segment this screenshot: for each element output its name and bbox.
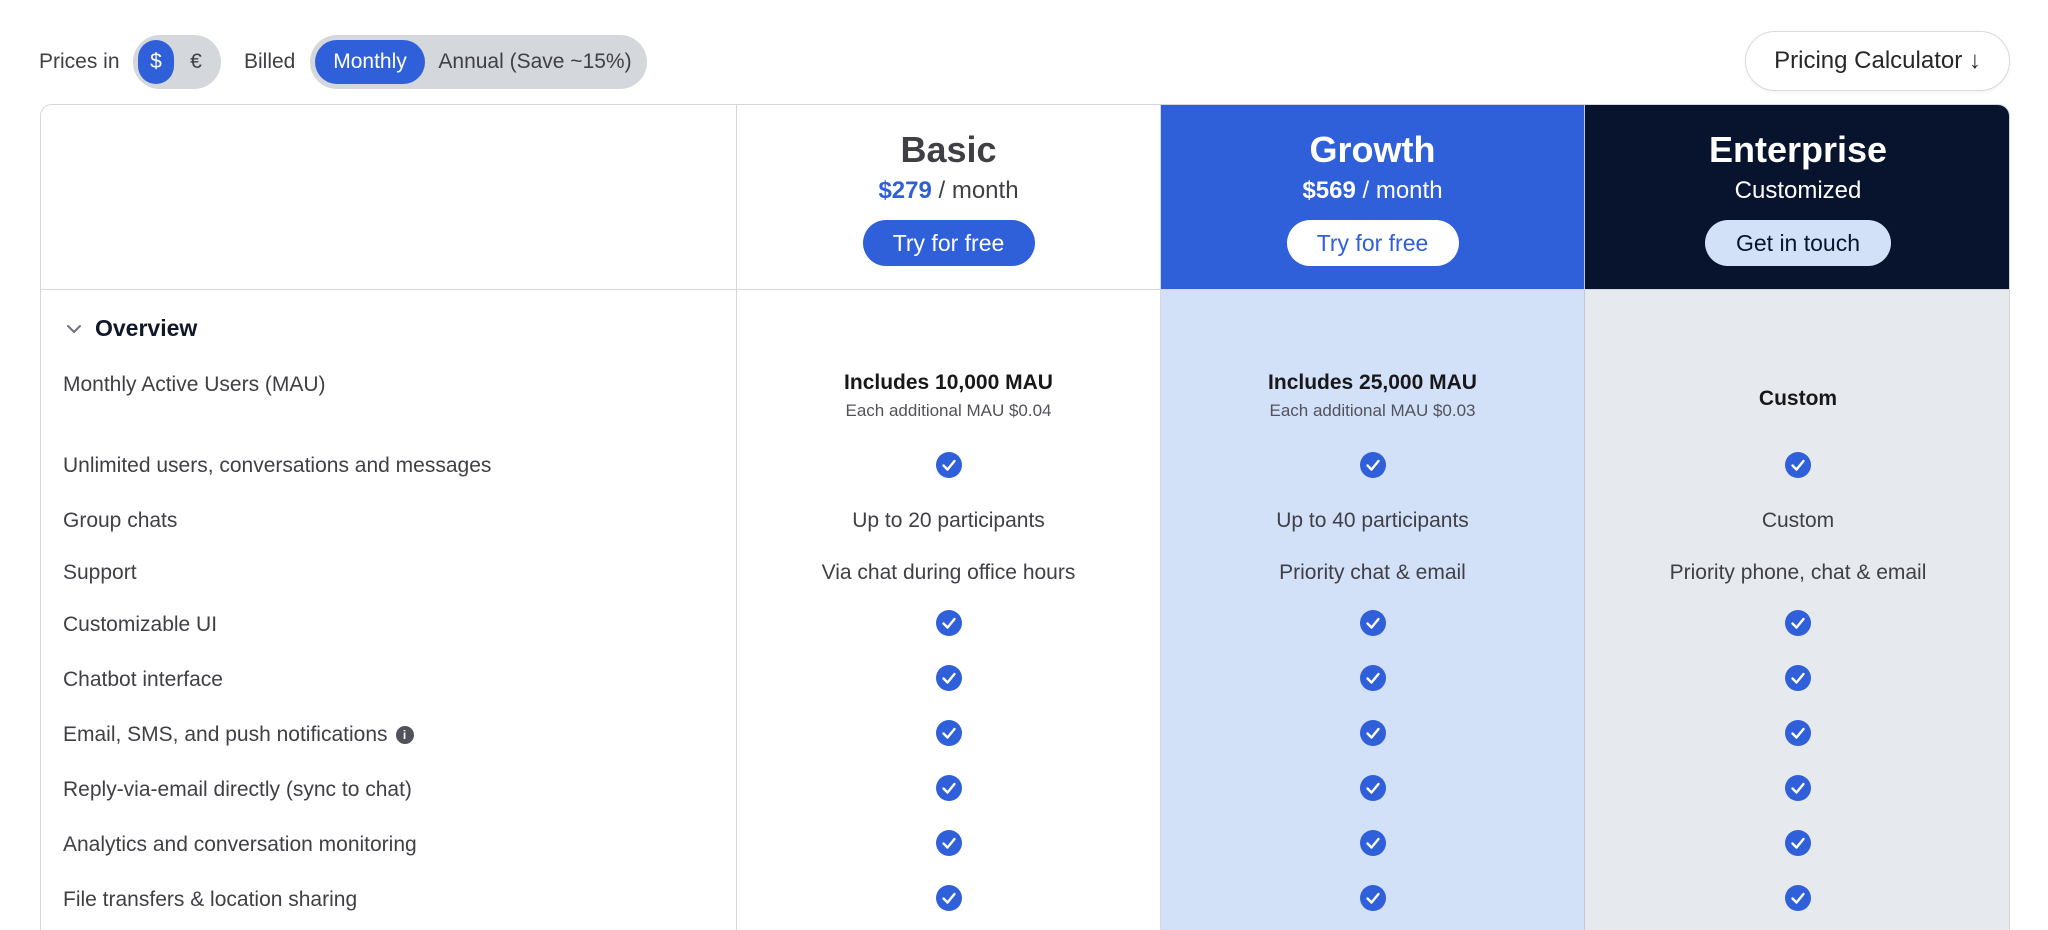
billing-option-monthly[interactable]: Monthly	[315, 40, 425, 84]
info-icon[interactable]: i	[395, 726, 414, 744]
check-icon	[1785, 720, 1811, 746]
mau-included: Includes 25,000 MAU	[1268, 371, 1477, 394]
mau-additional: Each additional MAU $0.04	[845, 401, 1052, 420]
header-divider	[41, 289, 2009, 290]
check-icon	[935, 830, 962, 856]
cell-group-enterprise: Custom	[1761, 509, 1835, 532]
check-icon	[1359, 775, 1386, 801]
section-title: Overview	[95, 315, 198, 341]
check-icon	[935, 452, 962, 478]
cell-support-growth: Priority chat & email	[1279, 561, 1466, 584]
billing-option-annual[interactable]: Annual (Save ~15%)	[428, 40, 642, 84]
check-icon	[1785, 452, 1811, 478]
plan-price: Customized	[1734, 177, 1862, 204]
price-amount: $569	[1302, 177, 1356, 204]
check-icon	[1359, 610, 1386, 636]
check-icon	[1785, 830, 1811, 856]
check-icon	[1785, 775, 1811, 801]
plan-column-growth: Growth $569 / month Try for free Include…	[1161, 105, 1585, 930]
feature-text: Analytics and conversation monitoring	[63, 833, 417, 856]
feature-text: Reply-via-email directly (sync to chat)	[63, 778, 412, 801]
check-icon	[1359, 885, 1386, 911]
currency-toggle: $ €	[133, 35, 221, 89]
check-icon	[935, 720, 962, 746]
check-icon	[1785, 885, 1811, 911]
feature-label-mau: Monthly Active Users (MAU)	[63, 373, 326, 397]
plan-name: Enterprise	[1708, 129, 1888, 170]
feature-label-file-transfers: File transfers & location sharing	[63, 888, 357, 912]
billing-toggle: Monthly Annual (Save ~15%)	[310, 35, 647, 89]
feature-text: Chatbot interface	[63, 668, 223, 691]
cell-mau-growth: Includes 25,000 MAU Each additional MAU …	[1161, 371, 1584, 421]
billed-label: Billed	[244, 50, 296, 73]
currency-option-euro[interactable]: €	[176, 40, 216, 84]
get-in-touch-button[interactable]: Get in touch	[1705, 220, 1891, 266]
feature-label-unlimited: Unlimited users, conversations and messa…	[63, 454, 491, 478]
plan-column-basic: Basic $279 / month Try for free Includes…	[737, 105, 1161, 930]
pricing-calculator-button[interactable]: Pricing Calculator ↓	[1745, 31, 2010, 91]
overview-section-toggle[interactable]: Overview	[65, 315, 197, 342]
chevron-down-icon	[67, 324, 81, 333]
check-icon	[935, 610, 962, 636]
feature-label-reply-via-email: Reply-via-email directly (sync to chat)	[63, 778, 412, 802]
plan-name: Basic	[900, 129, 997, 170]
check-icon	[935, 665, 962, 691]
feature-text: Support	[63, 561, 137, 584]
prices-in-label: Prices in	[39, 50, 120, 73]
feature-label-group-chats: Group chats	[63, 509, 177, 533]
feature-text: File transfers & location sharing	[63, 888, 358, 911]
check-icon	[935, 885, 962, 911]
check-icon	[1359, 720, 1386, 746]
check-icon	[1359, 830, 1386, 856]
price-period: / month	[1355, 177, 1443, 204]
cell-mau-basic: Includes 10,000 MAU Each additional MAU …	[737, 371, 1160, 421]
pricing-controls: Prices in $ € Billed Monthly Annual (Sav…	[0, 0, 2048, 104]
feature-text: Group chats	[63, 509, 178, 532]
mau-included: Custom	[1758, 387, 1838, 410]
mau-additional: Each additional MAU $0.03	[1269, 401, 1476, 420]
check-icon	[1785, 665, 1811, 691]
price-period: / month	[931, 177, 1019, 204]
cell-mau-enterprise: Custom	[1585, 387, 2009, 411]
pricing-table: Overview Monthly Active Users (MAU) Unli…	[40, 104, 2010, 930]
plan-header-growth: Growth $569 / month Try for free	[1161, 105, 1584, 289]
feature-label-customizable-ui: Customizable UI	[63, 613, 217, 637]
plan-column-enterprise: Enterprise Customized Get in touch Custo…	[1585, 105, 2009, 930]
feature-text: Unlimited users, conversations and messa…	[63, 454, 492, 477]
plan-header-enterprise: Enterprise Customized Get in touch	[1585, 105, 2009, 289]
check-icon	[1359, 665, 1386, 691]
mau-included: Includes 10,000 MAU	[844, 371, 1053, 394]
feature-label-notifications: Email, SMS, and push notifications i	[63, 723, 414, 747]
feature-text: Customizable UI	[63, 613, 218, 636]
feature-label-support: Support	[63, 561, 137, 585]
try-for-free-button-basic[interactable]: Try for free	[862, 220, 1035, 266]
try-for-free-button-growth[interactable]: Try for free	[1286, 220, 1459, 266]
cell-support-enterprise: Priority phone, chat & email	[1669, 561, 1927, 584]
cell-group-growth: Up to 40 participants	[1276, 509, 1469, 532]
plan-header-basic: Basic $279 / month Try for free	[737, 105, 1160, 289]
plan-name: Growth	[1309, 129, 1436, 170]
feature-label-chatbot: Chatbot interface	[63, 668, 223, 692]
price-amount: $279	[878, 177, 932, 204]
currency-option-dollar[interactable]: $	[138, 40, 174, 84]
check-icon	[1785, 610, 1811, 636]
plan-price: $279 / month	[737, 177, 1160, 205]
check-icon	[1359, 452, 1386, 478]
check-icon	[935, 775, 962, 801]
plan-price: $569 / month	[1161, 177, 1584, 205]
cell-support-basic: Via chat during office hours	[821, 561, 1076, 584]
feature-column: Overview Monthly Active Users (MAU) Unli…	[41, 105, 737, 930]
cell-group-basic: Up to 20 participants	[852, 509, 1045, 532]
feature-text: Monthly Active Users (MAU)	[63, 373, 326, 396]
feature-text: Email, SMS, and push notifications	[63, 723, 388, 746]
feature-label-analytics: Analytics and conversation monitoring	[63, 833, 417, 857]
